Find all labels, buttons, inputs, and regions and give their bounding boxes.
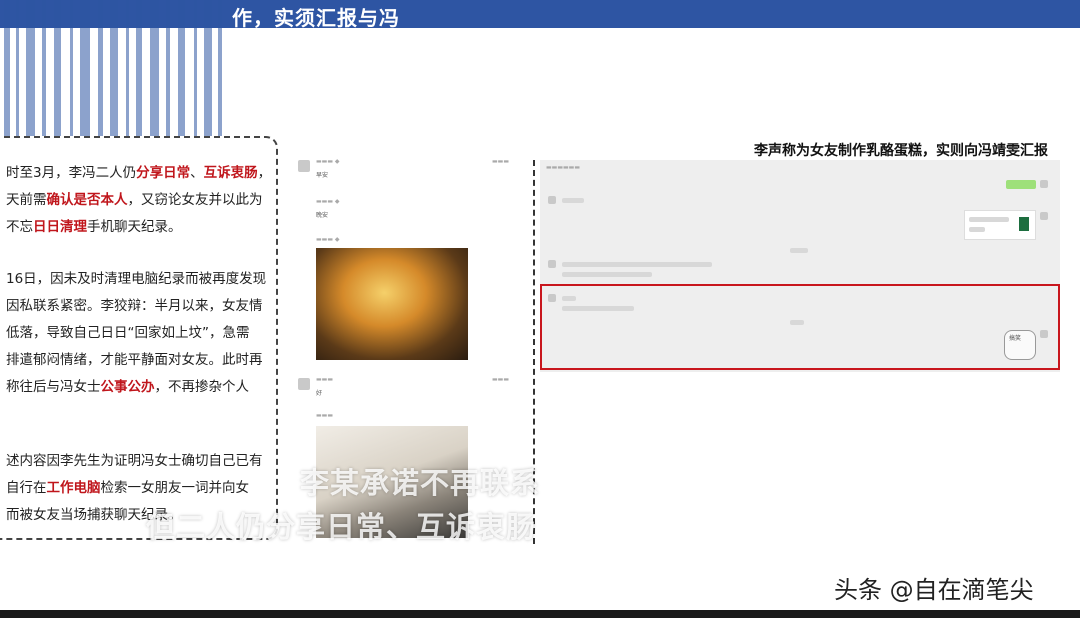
avatar xyxy=(1040,212,1048,220)
chat-message: 晚安 xyxy=(316,212,329,219)
highlight-box xyxy=(540,284,1060,370)
video-frame: 作，实须汇报与冯 时至3月，李冯二人仍分享日常、互诉衷肠， 天前需确认是否本人，又… xyxy=(0,0,1080,618)
header-title: 作，实须汇报与冯 xyxy=(232,6,400,30)
highlighted-phrase: 日日清理 xyxy=(33,219,87,235)
avatar xyxy=(298,378,310,390)
text-fragment: 自行在 xyxy=(6,480,47,496)
text-fragment: ， xyxy=(257,165,272,181)
excel-file-icon xyxy=(1019,217,1029,231)
text-fragment: 称往后与冯女士 xyxy=(6,379,101,395)
text-fragment: 检索一女朋友一词并向女 xyxy=(100,480,250,496)
avatar xyxy=(548,260,556,268)
subtitle-line-1: 李某承诺不再联系 xyxy=(300,466,541,500)
text-fragment: ，不再掺杂个人 xyxy=(154,379,250,395)
text-fragment: 述内容因李先生为证明冯女士确切自己已有 xyxy=(6,453,263,469)
chat-message: 好 xyxy=(316,390,323,397)
article-line: 述内容因李先生为证明冯女士确切自己已有 xyxy=(6,448,263,475)
highlighted-phrase: 互诉衷肠 xyxy=(203,165,258,181)
article-line: 时至3月，李冯二人仍分享日常、互诉衷肠， xyxy=(6,160,271,187)
avatar xyxy=(298,160,310,172)
highlighted-phrase: 工作电脑 xyxy=(46,480,101,496)
text-fragment: 因私联系紧密。李狡辩：半月以来，女友情 xyxy=(6,298,263,314)
highlighted-phrase: 分享日常 xyxy=(136,165,191,181)
sticker-text: 搞笑 xyxy=(1009,335,1022,342)
file-message xyxy=(964,210,1036,240)
bottom-bar xyxy=(0,610,1080,618)
text-fragment: 16日，因未及时清理电脑纪录而被再度发现 xyxy=(6,271,267,287)
text-fragment: 低落，导致自己日日“回家如上坟”，急需 xyxy=(6,325,250,341)
highlighted-phrase: 公事公办 xyxy=(100,379,155,395)
text-fragment: 时至3月，李冯二人仍 xyxy=(6,165,137,181)
article-line: 因私联系紧密。李狡辩：半月以来，女友情 xyxy=(6,293,263,320)
text-fragment: 不忘 xyxy=(6,219,33,235)
barcode-decoration xyxy=(0,0,230,140)
cheesecake-photo xyxy=(316,248,468,360)
text-fragment: 手机聊天纪录。 xyxy=(87,219,182,235)
green-message-bubble xyxy=(1006,180,1036,189)
article-line: 不忘日日清理手机聊天纪录。 xyxy=(6,214,182,241)
article-line: 天前需确认是否本人，又窃论女友并以此为 xyxy=(6,187,263,214)
subtitle-line-2: 但二人仍分享日常、互诉衷肠 xyxy=(146,510,537,544)
article-line: 自行在工作电脑检索一女朋友一词并向女 xyxy=(6,475,249,502)
chat-message: 早安 xyxy=(316,172,329,179)
avatar xyxy=(548,196,556,204)
text-fragment: 天前需 xyxy=(6,192,47,208)
text-fragment: 排遣郁闷情绪，才能平静面对女友。此时再 xyxy=(6,352,263,368)
article-text-panel: 时至3月，李冯二人仍分享日常、互诉衷肠， 天前需确认是否本人，又窃论女友并以此为不… xyxy=(0,136,278,540)
text-fragment: 、 xyxy=(190,165,204,181)
article-line: 排遣郁闷情绪，才能平静面对女友。此时再 xyxy=(6,347,263,374)
article-line: 称往后与冯女士公事公办，不再掺杂个人 xyxy=(6,374,249,401)
sticker-image: 搞笑 xyxy=(1004,330,1036,360)
article-line: 低落，导致自己日日“回家如上坟”，急需 xyxy=(6,320,250,347)
article-line: 16日，因未及时清理电脑纪录而被再度发现 xyxy=(6,266,266,293)
text-fragment: ，又窃论女友并以此为 xyxy=(127,192,263,208)
right-caption: 李声称为女友制作乳酪蛋糕，实则向冯靖雯汇报 xyxy=(754,143,1048,159)
watermark: 头条 @自在滴笔尖 xyxy=(834,576,1034,604)
avatar xyxy=(1040,180,1048,188)
highlighted-phrase: 确认是否本人 xyxy=(46,192,128,208)
